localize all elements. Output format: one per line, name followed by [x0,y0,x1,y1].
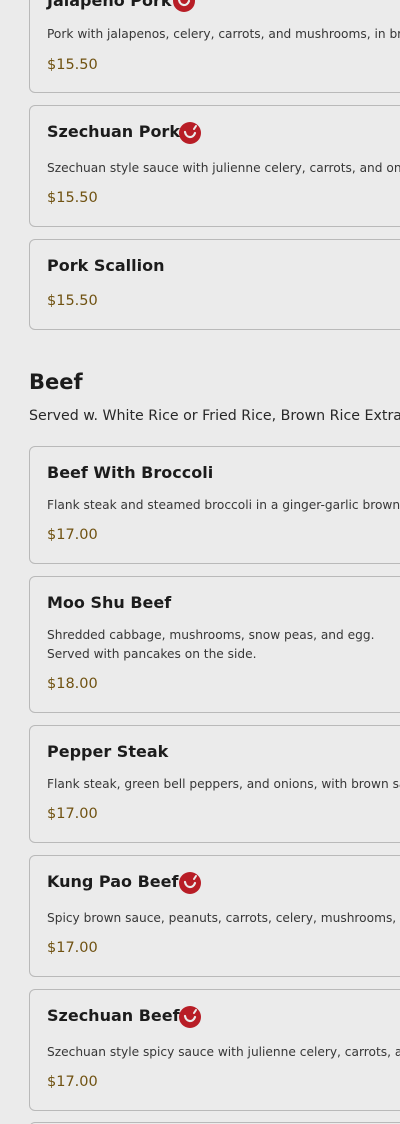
menu-item-card[interactable]: Pepper Steak Flank steak, green bell pep… [29,725,400,843]
spicy-pepper-icon [173,0,195,12]
item-name: Szechuan Pork [47,122,180,141]
menu-item-card[interactable]: Pork Scallion $15.50 [29,239,400,330]
menu-item-card[interactable]: Szechuan Pork Szechuan style sauce with … [29,105,400,227]
menu-item-card[interactable]: Beef With Broccoli Flank steak and steam… [29,446,400,564]
item-description: Flank steak and steamed broccoli in a gi… [47,498,400,512]
menu-page: Jalapeño Pork Pork with jalapenos, celer… [0,0,400,1124]
spicy-pepper-icon [179,122,201,144]
menu-item-card[interactable]: Jalapeño Pork Pork with jalapenos, celer… [29,0,400,93]
item-name: Moo Shu Beef [47,593,172,612]
spicy-pepper-icon [179,872,201,894]
item-description: Szechuan style spicy sauce with julienne… [47,1045,400,1059]
item-price: $15.50 [47,57,98,73]
menu-item-card[interactable]: Moo Shu Beef Shredded cabbage, mushrooms… [29,576,400,713]
item-description: Pork with jalapenos, celery, carrots, an… [47,27,400,41]
menu-item-card[interactable]: Szechuan Beef Szechuan style spicy sauce… [29,989,400,1111]
item-price: $17.00 [47,1074,98,1090]
item-name: Jalapeño Pork [47,0,172,10]
spicy-pepper-icon [179,1006,201,1028]
item-name: Pork Scallion [47,256,165,275]
item-description: Szechuan style sauce with julienne celer… [47,161,400,175]
item-price: $18.00 [47,676,98,692]
item-price: $15.50 [47,293,98,309]
item-name: Pepper Steak [47,742,169,761]
section-title-beef: Beef [29,370,83,394]
item-price: $17.00 [47,940,98,956]
item-name: Beef With Broccoli [47,463,214,482]
item-price: $15.50 [47,190,98,206]
item-name: Szechuan Beef [47,1006,180,1025]
item-name: Kung Pao Beef [47,872,179,891]
item-price: $17.00 [47,527,98,543]
item-description: Spicy brown sauce, peanuts, carrots, cel… [47,911,400,925]
item-description: Shredded cabbage, mushrooms, snow peas, … [47,628,375,661]
menu-item-card[interactable]: Kung Pao Beef Spicy brown sauce, peanuts… [29,855,400,977]
section-note: Served w. White Rice or Fried Rice, Brow… [29,408,400,424]
item-price: $17.00 [47,806,98,822]
item-description: Flank steak, green bell peppers, and oni… [47,777,400,791]
